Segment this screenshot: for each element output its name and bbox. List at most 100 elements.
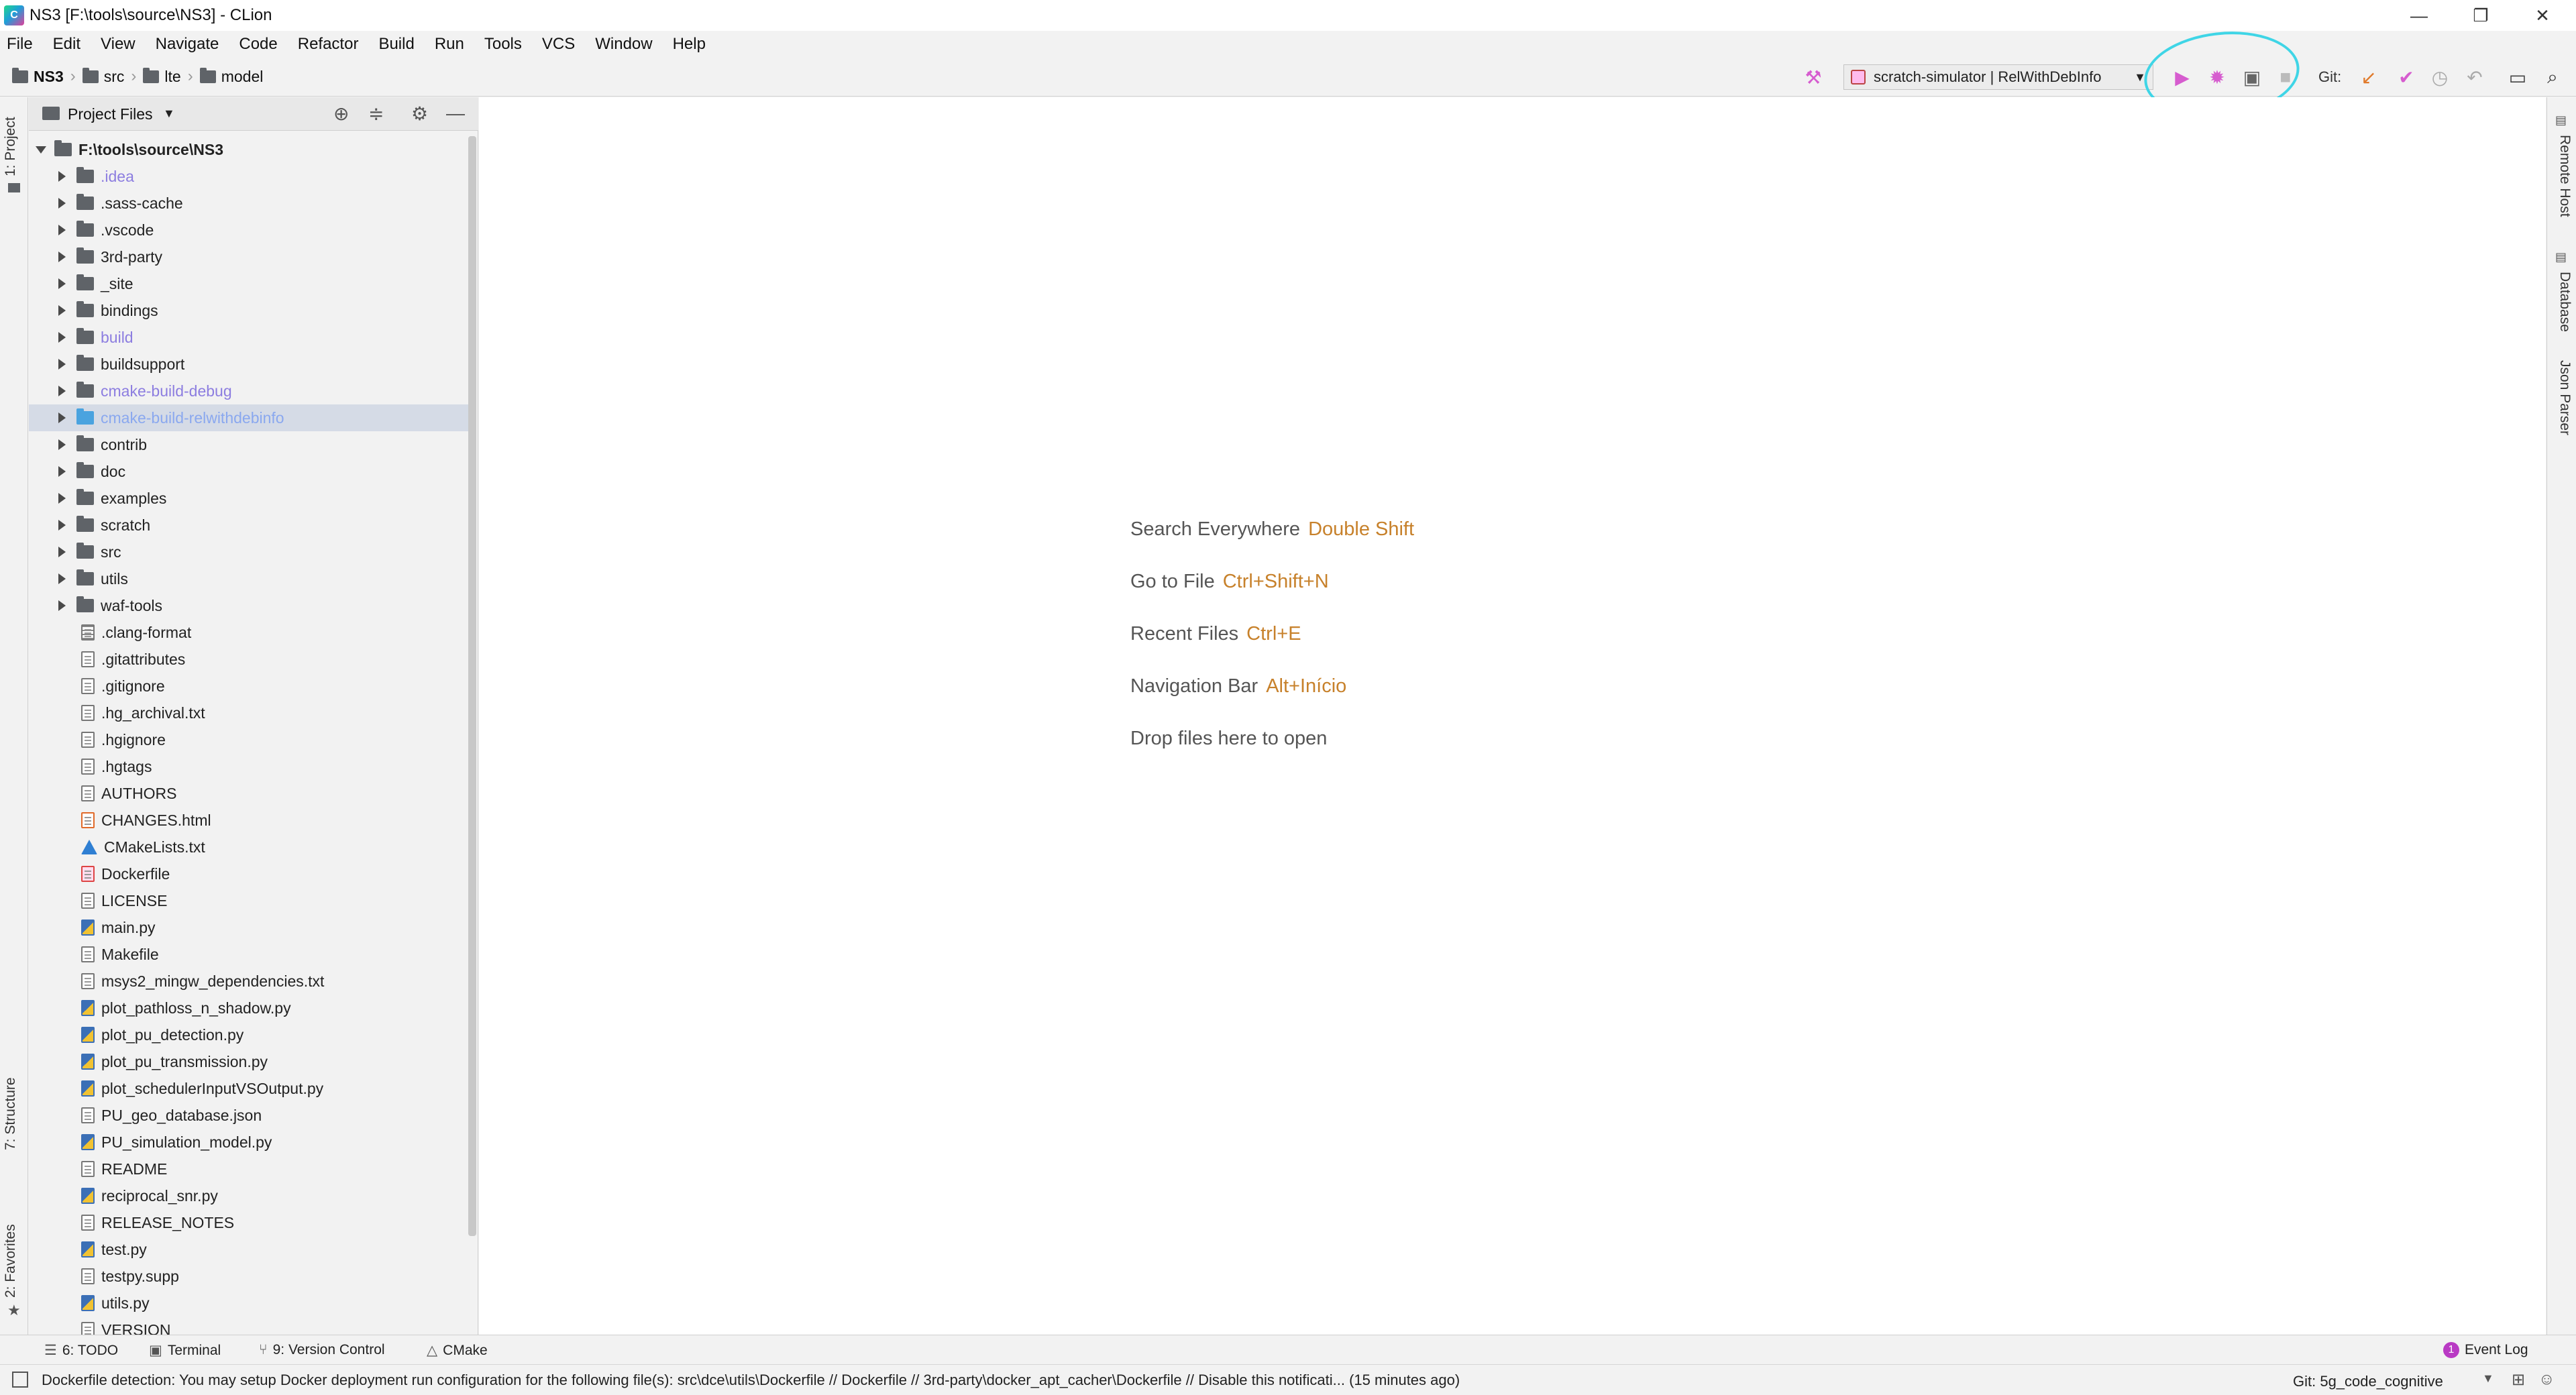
tab-database[interactable]: Database [2557,272,2573,332]
menu-refactor[interactable]: Refactor [298,35,359,54]
tree-root[interactable]: F:\tools\source\NS3 [29,136,468,163]
expand-arrow-icon[interactable] [58,332,66,343]
status-message[interactable]: Dockerfile detection: You may setup Dock… [42,1372,1460,1389]
tree-file[interactable]: RELEASE_NOTES [29,1209,468,1236]
tab-version-control[interactable]: ⑂ 9: Version Control [259,1342,385,1358]
tree-file[interactable]: plot_pu_transmission.py [29,1048,468,1075]
maximize-button[interactable]: ❐ [2450,0,2512,31]
tree-file[interactable]: utils.py [29,1290,468,1317]
tab-terminal[interactable]: ▣ Terminal [149,1342,221,1359]
git-branch-widget[interactable]: Git: 5g_code_cognitive [2293,1373,2443,1390]
breadcrumb-model[interactable]: model [221,68,264,86]
menu-help[interactable]: Help [673,35,706,54]
tab-todo[interactable]: ☰ 6: TODO [44,1342,118,1359]
tree-scrollbar[interactable] [468,136,476,1236]
expand-arrow-icon[interactable] [58,305,66,316]
expand-arrow-icon[interactable] [58,493,66,504]
expand-arrow-icon[interactable] [58,225,66,235]
menu-view[interactable]: View [101,35,136,54]
menu-navigate[interactable]: Navigate [156,35,219,54]
tree-folder[interactable]: buildsupport [29,351,468,378]
breadcrumb-src[interactable]: src [104,68,125,86]
tree-file[interactable]: .gitattributes [29,646,468,673]
tab-json-parser[interactable]: Json Parser [2557,360,2573,435]
expand-arrow-icon[interactable] [58,359,66,370]
tree-file[interactable]: Makefile [29,941,468,968]
tree-folder[interactable]: .idea [29,163,468,190]
tree-file[interactable]: .hgignore [29,726,468,753]
menu-vcs[interactable]: VCS [542,35,575,54]
expand-arrow-icon[interactable] [58,573,66,584]
expand-arrow-icon[interactable] [58,252,66,262]
tree-file[interactable]: test.py [29,1236,468,1263]
tree-file[interactable]: PU_geo_database.json [29,1102,468,1129]
expand-arrow-icon[interactable] [58,547,66,557]
breadcrumb-lte[interactable]: lte [164,68,180,86]
tree-folder[interactable]: cmake-build-relwithdebinfo [29,404,468,431]
menu-window[interactable]: Window [595,35,652,54]
tree-file[interactable]: plot_pu_detection.py [29,1021,468,1048]
tree-file[interactable]: CHANGES.html [29,807,468,834]
expand-arrow-icon[interactable] [58,386,66,396]
tree-folder[interactable]: doc [29,458,468,485]
tree-file[interactable]: plot_schedulerInputVSOutput.py [29,1075,468,1102]
tree-file[interactable]: .hgtags [29,753,468,780]
git-rollback-icon[interactable]: ↶ [2463,66,2486,89]
tree-file[interactable]: .clang-format [29,619,468,646]
tree-file[interactable]: .gitignore [29,673,468,700]
expand-arrow-icon[interactable] [58,466,66,477]
tree-file[interactable]: LICENSE [29,887,468,914]
menu-run[interactable]: Run [435,35,464,54]
tree-folder[interactable]: utils [29,565,468,592]
expand-arrow-icon[interactable] [58,171,66,182]
collapse-all-icon[interactable]: ≑ [368,103,384,125]
git-commit-icon[interactable]: ✔ [2395,66,2418,89]
tree-folder[interactable]: _site [29,270,468,297]
breadcrumb-ns3[interactable]: NS3 [34,68,64,86]
tree-file[interactable]: msys2_mingw_dependencies.txt [29,968,468,995]
expand-arrow-icon[interactable] [58,412,66,423]
expand-arrow-icon[interactable] [58,520,66,531]
tree-file[interactable]: CMakeLists.txt [29,834,468,860]
tree-folder[interactable]: 3rd-party [29,243,468,270]
lock-icon[interactable]: ⊞ [2512,1370,2525,1390]
menu-file[interactable]: File [7,35,33,54]
close-button[interactable]: ✕ [2512,0,2573,31]
locate-target-icon[interactable]: ⊕ [333,103,349,125]
tab-project[interactable]: 1: Project [3,117,19,176]
hide-panel-icon[interactable]: — [446,103,465,124]
expand-arrow-icon[interactable] [58,439,66,450]
run-configuration-select[interactable]: scratch-simulator | RelWithDebInfo ▼ [1843,64,2153,90]
tree-file[interactable]: PU_simulation_model.py [29,1129,468,1156]
menu-code[interactable]: Code [239,35,277,54]
minimize-button[interactable]: — [2388,0,2450,31]
gear-icon[interactable]: ⚙ [411,103,428,125]
tab-remote-host[interactable]: Remote Host [2557,135,2573,217]
tree-folder[interactable]: build [29,324,468,351]
tab-cmake[interactable]: △ CMake [427,1342,488,1359]
tab-event-log[interactable]: 1 Event Log [2443,1342,2528,1358]
tree-folder[interactable]: examples [29,485,468,512]
search-icon[interactable]: ⌕ [2541,66,2564,89]
expand-arrow-icon[interactable] [58,600,66,611]
chevron-down-icon[interactable]: ▼ [163,107,175,121]
tree-file[interactable]: .hg_archival.txt [29,700,468,726]
tree-file[interactable]: main.py [29,914,468,941]
expand-arrow-icon[interactable] [36,146,46,154]
tree-file[interactable]: Dockerfile [29,860,468,887]
presentation-icon[interactable]: ▭ [2506,66,2529,89]
tree-file[interactable]: AUTHORS [29,780,468,807]
expand-arrow-icon[interactable] [58,198,66,209]
tree-file[interactable]: testpy.supp [29,1263,468,1290]
tree-folder[interactable]: scratch [29,512,468,539]
tree-folder[interactable]: cmake-build-debug [29,378,468,404]
tree-folder[interactable]: src [29,539,468,565]
project-view-selector[interactable]: Project Files [68,105,153,123]
menu-edit[interactable]: Edit [53,35,80,54]
git-update-icon[interactable]: ↙ [2357,66,2380,89]
tree-folder[interactable]: waf-tools [29,592,468,619]
tree-folder[interactable]: .sass-cache [29,190,468,217]
toggle-tool-windows-icon[interactable] [12,1372,28,1388]
tree-file[interactable]: plot_pathloss_n_shadow.py [29,995,468,1021]
git-history-icon[interactable]: ◷ [2428,66,2451,89]
